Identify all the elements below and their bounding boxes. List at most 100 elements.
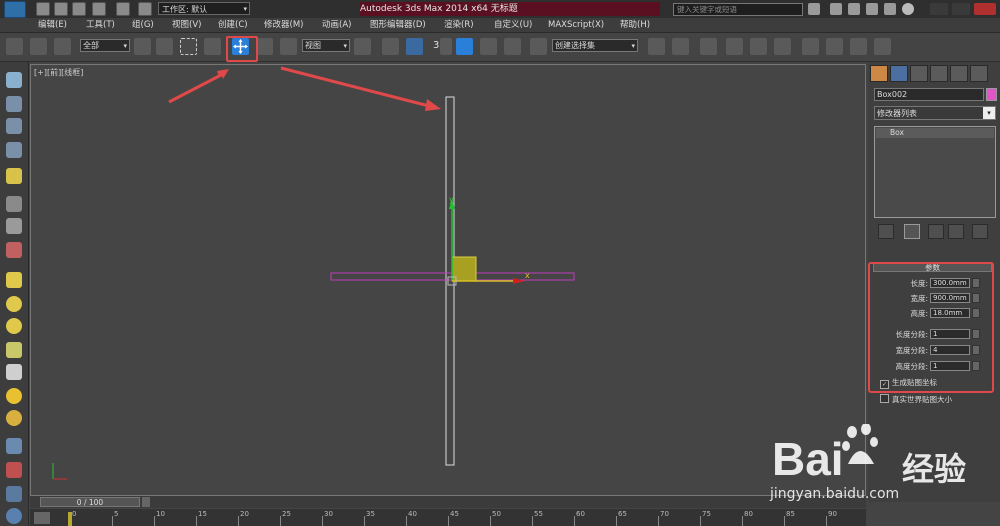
select-object-icon[interactable] xyxy=(134,38,151,55)
menu-modifiers[interactable]: 修改器(M) xyxy=(264,18,303,32)
object-name-field[interactable]: Box002 xyxy=(874,88,984,101)
modifier-stack[interactable]: Box xyxy=(874,126,996,218)
user-icon[interactable] xyxy=(866,3,878,15)
front-viewport[interactable]: [+][前][线框] y x xyxy=(30,64,866,496)
menu-tools[interactable]: 工具(T) xyxy=(86,18,115,32)
configure-modifier-sets-icon[interactable] xyxy=(972,224,988,239)
redo-icon[interactable] xyxy=(116,2,130,16)
torus-primitive-icon[interactable] xyxy=(6,410,22,426)
rectangular-selection-icon[interactable] xyxy=(180,38,197,55)
menu-views[interactable]: 视图(V) xyxy=(172,18,201,32)
light-bulb-icon[interactable] xyxy=(6,168,22,184)
stack-item-box[interactable]: Box xyxy=(876,128,994,138)
spinner-snap-icon[interactable] xyxy=(504,38,521,55)
binoculars-icon[interactable] xyxy=(830,3,842,15)
show-end-result-icon[interactable] xyxy=(904,224,920,239)
object-color-swatch[interactable] xyxy=(986,88,997,101)
layer-manager-icon[interactable] xyxy=(700,38,717,55)
search-icon[interactable] xyxy=(808,3,820,15)
globe-icon[interactable] xyxy=(6,508,22,524)
grid-panel-icon[interactable] xyxy=(6,142,22,158)
curve-editor-icon[interactable] xyxy=(750,38,767,55)
track-bar[interactable]: 0 5 10 15 20 25 30 35 40 45 50 55 60 65 70 75 80 85 90 xyxy=(30,509,866,526)
menu-group[interactable]: 组(G) xyxy=(132,18,154,32)
workspace-dropdown[interactable]: 工作区: 默认 ▾ xyxy=(158,2,250,15)
motion-tab-icon[interactable] xyxy=(930,65,948,82)
cone-primitive-icon[interactable] xyxy=(6,364,22,380)
remove-modifier-icon[interactable] xyxy=(948,224,964,239)
layer-list-icon[interactable] xyxy=(6,118,22,134)
percent-snap-icon[interactable] xyxy=(480,38,497,55)
help-icon[interactable] xyxy=(902,3,914,15)
menu-animation[interactable]: 动画(A) xyxy=(322,18,351,32)
time-next-icon[interactable] xyxy=(142,497,150,507)
select-and-scale-icon[interactable] xyxy=(280,38,297,55)
sphere-primitive-icon[interactable] xyxy=(6,296,22,312)
edit-named-selection-icon[interactable] xyxy=(530,38,547,55)
close-button[interactable] xyxy=(974,3,996,15)
app-menu-icon[interactable] xyxy=(4,1,26,18)
exchange-icon[interactable] xyxy=(884,3,896,15)
real-world-map-checkbox[interactable]: 真实世界贴图大小 xyxy=(880,394,952,404)
menu-maxscript[interactable]: MAXScript(X) xyxy=(548,18,604,32)
graphite-ribbon-icon[interactable] xyxy=(726,38,743,55)
make-unique-icon[interactable] xyxy=(928,224,944,239)
modify-tab-icon[interactable] xyxy=(890,65,908,82)
align-icon[interactable] xyxy=(672,38,689,55)
hierarchy-tab-icon[interactable] xyxy=(910,65,928,82)
time-slider[interactable]: 0 / 100 xyxy=(40,497,140,507)
select-and-rotate-icon[interactable] xyxy=(256,38,273,55)
select-and-manipulate-icon[interactable] xyxy=(382,38,399,55)
menu-edit[interactable]: 编辑(E) xyxy=(38,18,67,32)
keyboard-shortcut-override-icon[interactable] xyxy=(406,38,423,55)
angle-snap-icon[interactable] xyxy=(456,38,473,55)
render-setup-icon[interactable] xyxy=(826,38,843,55)
systems-icon[interactable] xyxy=(6,242,22,258)
box-primitive-icon[interactable] xyxy=(6,272,22,288)
undo-icon[interactable] xyxy=(92,2,106,16)
menu-graph-editors[interactable]: 图形编辑器(D) xyxy=(370,18,426,32)
menu-rendering[interactable]: 渲染(R) xyxy=(444,18,474,32)
teapot-primitive-icon[interactable] xyxy=(6,342,22,358)
sun-light-icon[interactable] xyxy=(6,388,22,404)
select-link-icon[interactable] xyxy=(6,38,23,55)
particles-icon[interactable] xyxy=(6,438,22,454)
search-input[interactable]: 键入关键字或短语 xyxy=(673,3,803,16)
mini-curve-editor-icon[interactable] xyxy=(34,512,50,524)
minimize-button[interactable] xyxy=(930,3,948,15)
teapot-icon[interactable] xyxy=(6,72,22,88)
menu-help[interactable]: 帮助(H) xyxy=(620,18,650,32)
snap-magnet-icon[interactable] xyxy=(440,38,452,55)
modifier-list-dropdown[interactable]: 修改器列表 ▾ xyxy=(874,106,996,120)
cylinder-primitive-icon[interactable] xyxy=(6,318,22,334)
material-editor-icon[interactable] xyxy=(802,38,819,55)
display-tab-icon[interactable] xyxy=(950,65,968,82)
new-file-icon[interactable] xyxy=(36,2,50,16)
create-tab-icon[interactable] xyxy=(870,65,888,82)
save-file-icon[interactable] xyxy=(72,2,86,16)
menu-create[interactable]: 创建(C) xyxy=(218,18,248,32)
pin-stack-icon[interactable] xyxy=(878,224,894,239)
unlink-icon[interactable] xyxy=(30,38,47,55)
restore-button[interactable] xyxy=(952,3,970,15)
dynamics-icon[interactable] xyxy=(6,462,22,478)
mirror-icon[interactable] xyxy=(648,38,665,55)
open-file-icon[interactable] xyxy=(54,2,68,16)
star-icon[interactable] xyxy=(848,3,860,15)
named-selection-dropdown[interactable]: 创建选择集 ▾ xyxy=(552,39,638,52)
scene-explorer-icon[interactable] xyxy=(6,96,22,112)
utilities-tab-icon[interactable] xyxy=(970,65,988,82)
render-production-icon[interactable] xyxy=(874,38,891,55)
bind-space-warp-icon[interactable] xyxy=(54,38,71,55)
helpers-icon[interactable] xyxy=(6,196,22,212)
menu-customize[interactable]: 自定义(U) xyxy=(494,18,532,32)
figure-icon[interactable] xyxy=(6,486,22,502)
select-by-name-icon[interactable] xyxy=(156,38,173,55)
snap-toggle-value[interactable]: 3 xyxy=(433,40,439,51)
selection-filter-dropdown[interactable]: 全部 ▾ xyxy=(80,39,130,52)
pivot-center-icon[interactable] xyxy=(354,38,371,55)
space-warps-icon[interactable] xyxy=(6,218,22,234)
reference-coordinate-dropdown[interactable]: 视图 ▾ xyxy=(302,39,350,52)
schematic-view-icon[interactable] xyxy=(774,38,791,55)
rendered-frame-window-icon[interactable] xyxy=(850,38,867,55)
